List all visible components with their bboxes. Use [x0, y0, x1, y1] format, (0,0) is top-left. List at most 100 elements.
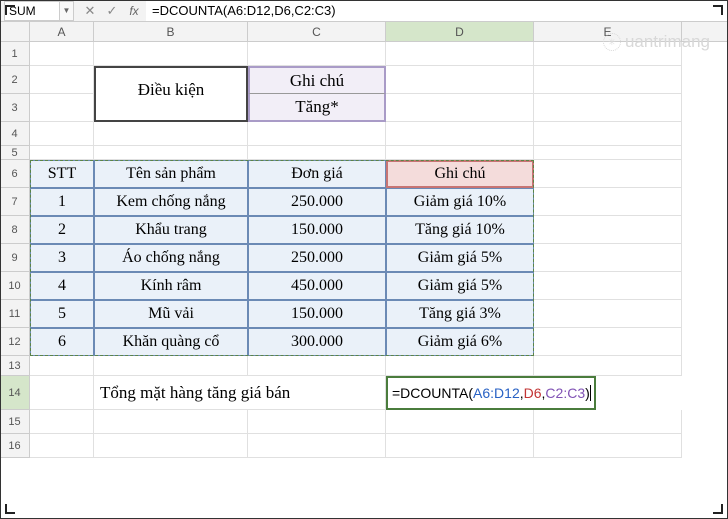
- cancel-icon[interactable]: ✕: [80, 2, 100, 20]
- cell[interactable]: [386, 42, 534, 66]
- cell[interactable]: [386, 146, 534, 160]
- table-cell[interactable]: Tăng giá 10%: [386, 216, 534, 244]
- col-header-D[interactable]: D: [386, 22, 534, 41]
- cell[interactable]: [386, 122, 534, 146]
- cell[interactable]: [534, 122, 682, 146]
- cell[interactable]: [534, 216, 682, 244]
- cell[interactable]: [30, 146, 94, 160]
- cell[interactable]: [248, 434, 386, 458]
- table-cell[interactable]: Giảm giá 10%: [386, 188, 534, 216]
- cell[interactable]: [248, 410, 386, 434]
- row-header-10[interactable]: 10: [0, 272, 30, 300]
- name-box[interactable]: SUM: [4, 1, 60, 21]
- table-cell[interactable]: 3: [30, 244, 94, 272]
- row-header-9[interactable]: 9: [0, 244, 30, 272]
- row-header-6[interactable]: 6: [0, 160, 30, 188]
- cell[interactable]: [30, 94, 94, 122]
- row-header-7[interactable]: 7: [0, 188, 30, 216]
- row-header-11[interactable]: 11: [0, 300, 30, 328]
- table-cell[interactable]: 150.000: [248, 216, 386, 244]
- cell[interactable]: [386, 410, 534, 434]
- criteria-label-merged[interactable]: Điều kiện: [94, 94, 248, 122]
- table-header-ghichu[interactable]: Ghi chú: [386, 160, 534, 188]
- cell[interactable]: [248, 42, 386, 66]
- table-cell[interactable]: Kính râm: [94, 272, 248, 300]
- row-header-2[interactable]: 2: [0, 66, 30, 94]
- table-cell[interactable]: Giảm giá 6%: [386, 328, 534, 356]
- cell[interactable]: [386, 66, 534, 94]
- row-header-15[interactable]: 15: [0, 410, 30, 434]
- cell[interactable]: [534, 300, 682, 328]
- row-header-16[interactable]: 16: [0, 434, 30, 458]
- name-box-dropdown[interactable]: ▼: [60, 1, 74, 21]
- table-header[interactable]: Tên sản phẩm: [94, 160, 248, 188]
- row-header-12[interactable]: 12: [0, 328, 30, 356]
- cell[interactable]: [534, 66, 682, 94]
- cell[interactable]: [30, 122, 94, 146]
- cell[interactable]: [534, 356, 682, 376]
- cell[interactable]: [386, 434, 534, 458]
- col-header-C[interactable]: C: [248, 22, 386, 41]
- row-header-13[interactable]: 13: [0, 356, 30, 376]
- table-cell[interactable]: 5: [30, 300, 94, 328]
- table-cell[interactable]: 450.000: [248, 272, 386, 300]
- col-header-E[interactable]: E: [534, 22, 682, 41]
- table-cell[interactable]: 250.000: [248, 188, 386, 216]
- table-cell[interactable]: Mũ vải: [94, 300, 248, 328]
- row-header-3[interactable]: 3: [0, 94, 30, 122]
- cell[interactable]: [94, 42, 248, 66]
- criteria-value[interactable]: Tăng*: [248, 94, 386, 122]
- table-cell[interactable]: Tăng giá 3%: [386, 300, 534, 328]
- cell[interactable]: [534, 42, 682, 66]
- cell[interactable]: [248, 356, 386, 376]
- cell[interactable]: [30, 42, 94, 66]
- cell[interactable]: [386, 94, 534, 122]
- cell[interactable]: [534, 244, 682, 272]
- criteria-header[interactable]: Ghi chú: [248, 66, 386, 94]
- table-cell[interactable]: Giảm giá 5%: [386, 244, 534, 272]
- cell[interactable]: [94, 146, 248, 160]
- row-header-14[interactable]: 14: [0, 376, 30, 410]
- table-cell[interactable]: Áo chống nắng: [94, 244, 248, 272]
- cell[interactable]: [94, 356, 248, 376]
- cell[interactable]: [248, 122, 386, 146]
- select-all-corner[interactable]: [0, 22, 30, 41]
- table-cell[interactable]: 250.000: [248, 244, 386, 272]
- table-cell[interactable]: 6: [30, 328, 94, 356]
- cell[interactable]: [534, 328, 682, 356]
- cell[interactable]: [248, 146, 386, 160]
- cell[interactable]: [30, 66, 94, 94]
- formula-bar-input[interactable]: [146, 1, 728, 21]
- cell[interactable]: [534, 94, 682, 122]
- cell[interactable]: [94, 122, 248, 146]
- table-cell[interactable]: 1: [30, 188, 94, 216]
- table-cell[interactable]: 300.000: [248, 328, 386, 356]
- col-header-A[interactable]: A: [30, 22, 94, 41]
- row-header-1[interactable]: 1: [0, 42, 30, 66]
- table-cell[interactable]: 2: [30, 216, 94, 244]
- cell[interactable]: [534, 434, 682, 458]
- col-header-B[interactable]: B: [94, 22, 248, 41]
- cell[interactable]: [30, 356, 94, 376]
- fx-icon[interactable]: fx: [124, 2, 144, 20]
- cell[interactable]: [386, 356, 534, 376]
- table-header[interactable]: STT: [30, 160, 94, 188]
- cell[interactable]: [534, 272, 682, 300]
- cell[interactable]: [30, 376, 94, 410]
- table-cell[interactable]: Khăn quàng cổ: [94, 328, 248, 356]
- cell[interactable]: [534, 146, 682, 160]
- cell[interactable]: [94, 410, 248, 434]
- table-cell[interactable]: Giảm giá 5%: [386, 272, 534, 300]
- cell[interactable]: [94, 434, 248, 458]
- cell[interactable]: [534, 160, 682, 188]
- table-cell[interactable]: Khẩu trang: [94, 216, 248, 244]
- row-header-5[interactable]: 5: [0, 146, 30, 160]
- table-cell[interactable]: Kem chống nắng: [94, 188, 248, 216]
- row-header-4[interactable]: 4: [0, 122, 30, 146]
- row-header-8[interactable]: 8: [0, 216, 30, 244]
- table-header[interactable]: Đơn giá: [248, 160, 386, 188]
- cell[interactable]: [30, 410, 94, 434]
- formula-cell-d14[interactable]: =DCOUNTA(A6:D12,D6,C2:C3): [386, 376, 596, 410]
- cell[interactable]: [534, 410, 682, 434]
- summary-label[interactable]: Tổng mặt hàng tăng giá bán: [94, 376, 386, 410]
